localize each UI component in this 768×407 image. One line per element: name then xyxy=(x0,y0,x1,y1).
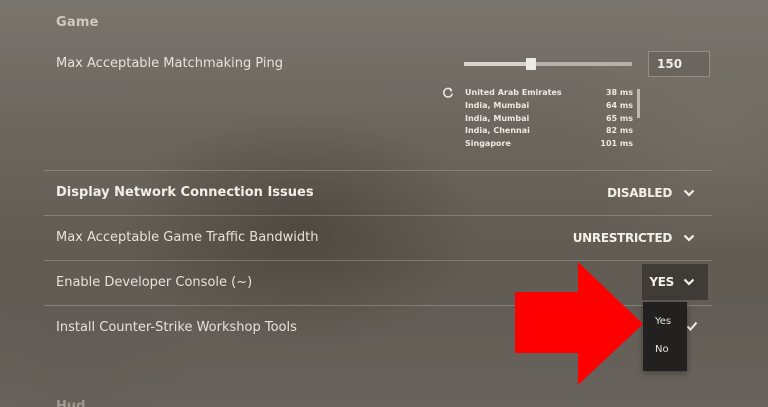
region-ping-row: India, Mumbai 65 ms xyxy=(465,114,633,127)
dev-console-options-menu: Yes No xyxy=(643,302,687,371)
option-yes[interactable]: Yes xyxy=(655,316,671,327)
slider-fill xyxy=(464,62,532,66)
network-issues-dropdown[interactable]: DISABLED xyxy=(607,182,696,204)
network-issues-value: DISABLED xyxy=(607,186,672,200)
region-name: Singapore xyxy=(465,139,511,148)
region-ping-scrollbar[interactable] xyxy=(637,89,640,118)
option-no[interactable]: No xyxy=(655,344,669,355)
bandwidth-value: UNRESTRICTED xyxy=(572,231,673,245)
section-title-game: Game xyxy=(56,15,99,30)
refresh-icon[interactable] xyxy=(442,87,454,99)
settings-panel: Game Max Acceptable Matchmaking Ping 150… xyxy=(0,0,768,407)
region-ping-row: United Arab Emirates 38 ms xyxy=(465,88,633,101)
chevron-down-icon xyxy=(683,189,695,197)
region-ping-row: India, Chennai 82 ms xyxy=(465,126,633,139)
region-ping-value: 65 ms xyxy=(605,113,633,123)
region-ping-row: India, Mumbai 64 ms xyxy=(465,101,633,114)
region-ping-value: 38 ms xyxy=(605,88,633,97)
chevron-down-icon xyxy=(683,278,695,286)
divider xyxy=(44,215,712,216)
workshop-tools-label: Install Counter-Strike Workshop Tools xyxy=(56,320,297,335)
region-ping-row: Singapore 101 ms xyxy=(465,139,633,152)
bandwidth-dropdown[interactable]: UNRESTRICTED xyxy=(573,227,696,249)
region-ping-value: 101 ms xyxy=(600,139,633,148)
section-title-hud: Hud xyxy=(56,399,86,407)
slider-thumb[interactable] xyxy=(526,58,537,70)
red-arrow-annotation xyxy=(515,262,643,385)
dev-console-dropdown[interactable]: YES xyxy=(642,264,708,300)
matchmaking-ping-slider[interactable] xyxy=(464,58,632,70)
network-issues-label: Display Network Connection Issues xyxy=(56,185,314,200)
region-name: United Arab Emirates xyxy=(465,88,562,97)
region-ping-list: United Arab Emirates 38 ms India, Mumbai 64… xyxy=(465,88,633,152)
matchmaking-ping-label: Max Acceptable Matchmaking Ping xyxy=(56,56,283,71)
chevron-down-icon xyxy=(683,234,695,242)
region-name: India, Chennai xyxy=(465,126,530,136)
region-name: India, Mumbai xyxy=(465,113,530,123)
dev-console-label: Enable Developer Console (~) xyxy=(56,275,253,290)
check-icon[interactable] xyxy=(686,320,698,332)
region-ping-value: 82 ms xyxy=(605,126,633,136)
region-ping-value: 64 ms xyxy=(605,100,633,110)
matchmaking-ping-input[interactable]: 150 xyxy=(648,51,710,77)
divider xyxy=(44,260,712,261)
region-name: India, Mumbai xyxy=(465,100,530,110)
bandwidth-label: Max Acceptable Game Traffic Bandwidth xyxy=(56,230,319,245)
divider xyxy=(44,170,712,171)
dev-console-value: YES xyxy=(649,275,674,289)
